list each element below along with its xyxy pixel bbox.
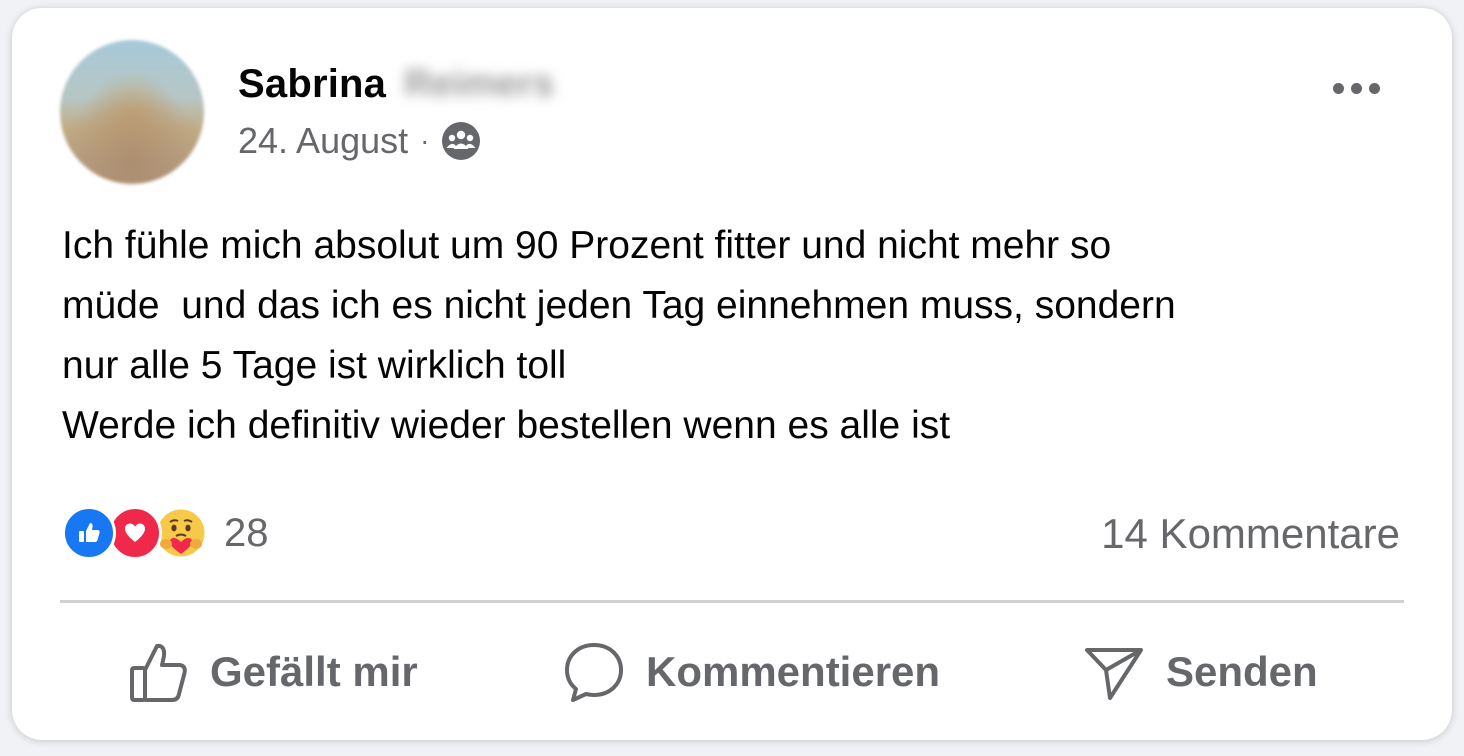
- comment-bubble-icon: [565, 643, 623, 702]
- post-meta: 24. August ·: [238, 120, 481, 162]
- post-text-line: Ich fühle mich absolut um 90 Prozent fit…: [62, 224, 1112, 267]
- send-button[interactable]: Senden: [1082, 640, 1318, 704]
- send-button-label: Senden: [1166, 648, 1318, 695]
- post-card: Sabrina Reimers 24. August · Ich fühle m…: [12, 8, 1452, 740]
- post-text-line: nur alle 5 Tage ist wirklich toll: [62, 344, 567, 387]
- like-button[interactable]: Gefällt mir: [128, 640, 418, 704]
- post-text-line: müde und das ich es nicht jeden Tag einn…: [62, 284, 1176, 327]
- post-date[interactable]: 24. August: [238, 120, 408, 162]
- comment-button[interactable]: Kommentieren: [562, 640, 940, 704]
- comment-button-label: Kommentieren: [646, 648, 941, 695]
- comments-count-link[interactable]: 14 Kommentare: [1101, 510, 1400, 558]
- post-text-line: Werde ich definitiv wieder bestellen wen…: [62, 404, 951, 447]
- send-icon: [1085, 648, 1143, 700]
- love-reaction-icon: [108, 506, 162, 560]
- thumbs-up-icon: [130, 643, 187, 702]
- care-reaction-icon: [154, 506, 208, 560]
- reactions-summary[interactable]: 28: [62, 506, 269, 560]
- post-body: Ich fühle mich absolut um 90 Prozent fit…: [62, 216, 1432, 456]
- group-icon[interactable]: [441, 121, 481, 161]
- reaction-count: 28: [224, 510, 269, 555]
- avatar[interactable]: [60, 40, 204, 184]
- author-first-name[interactable]: Sabrina: [238, 62, 386, 107]
- like-reaction-icon: [62, 506, 116, 560]
- divider: [60, 600, 1404, 603]
- more-options-icon[interactable]: [1326, 70, 1386, 106]
- meta-separator: ·: [420, 125, 430, 156]
- author-name[interactable]: Sabrina Reimers: [238, 62, 554, 107]
- author-last-name-blurred: Reimers: [404, 63, 555, 105]
- like-button-label: Gefällt mir: [210, 648, 418, 695]
